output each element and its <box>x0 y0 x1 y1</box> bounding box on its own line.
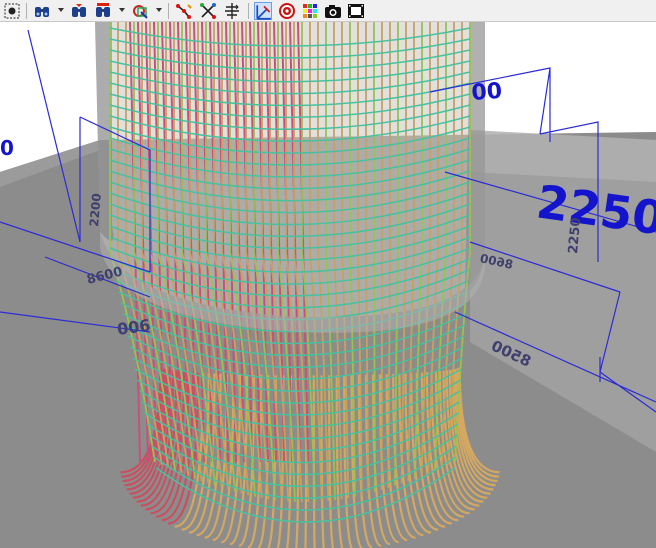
find-filter-icon[interactable] <box>94 2 112 20</box>
dim-text-right-vertical: 2250 <box>566 217 584 254</box>
color-palette-icon[interactable] <box>301 2 319 20</box>
find-dropdown-arrow[interactable] <box>58 8 64 12</box>
record-video-icon[interactable] <box>347 2 365 20</box>
camera-icon[interactable] <box>324 2 342 20</box>
layer-filter-dropdown-arrow[interactable] <box>156 8 162 12</box>
find-filter-dropdown-arrow[interactable] <box>119 8 125 12</box>
toolbar-separator <box>168 3 169 19</box>
layer-filter-icon[interactable] <box>131 2 149 20</box>
dim-text-top-right: 00 <box>471 79 503 106</box>
toolbar-separator <box>248 3 249 19</box>
find-icon[interactable] <box>33 2 51 20</box>
axes-icon[interactable] <box>254 2 272 20</box>
3d-viewport[interactable]: 2250 00 0 2200 8600 006 2250 8600 8500 <box>0 22 656 548</box>
find-next-icon[interactable] <box>70 2 88 20</box>
column-shell-upper <box>95 22 485 318</box>
rebar-scene[interactable]: 2250 00 0 2200 8600 006 2250 8600 8500 <box>0 22 656 548</box>
target-icon[interactable] <box>278 2 296 20</box>
dim-text-left-edge: 0 <box>0 136 14 160</box>
toolbar <box>0 0 656 22</box>
select-all-icon[interactable] <box>3 2 21 20</box>
toolbar-separator <box>26 3 27 19</box>
pick-node-icon[interactable] <box>175 2 193 20</box>
dim-text-left-vertical: 2200 <box>87 193 104 227</box>
align-icon[interactable] <box>223 2 241 20</box>
vertical-rebar <box>373 22 376 492</box>
pick-element-icon[interactable] <box>199 2 217 20</box>
